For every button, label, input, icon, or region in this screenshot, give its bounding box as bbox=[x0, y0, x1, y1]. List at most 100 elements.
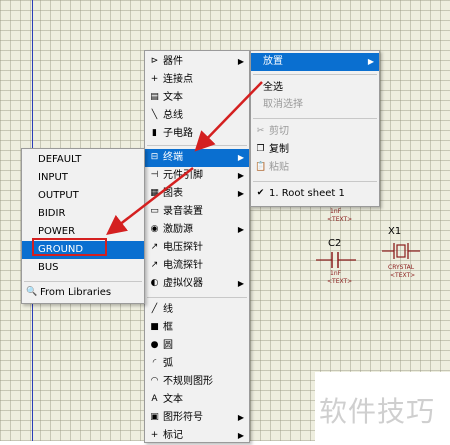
place-menu-item-label: 器件 bbox=[163, 56, 183, 67]
menu-separator bbox=[147, 297, 247, 298]
submenu-arrow-icon: ▶ bbox=[237, 279, 244, 288]
menu-separator bbox=[147, 145, 247, 146]
place-menu-item-label: 激励源 bbox=[163, 224, 193, 235]
terminals-submenu: DEFAULT INPUT OUTPUT BIDIR POWER GROUND BUS 🔍 Fr… bbox=[21, 148, 145, 304]
bus-icon: ╲ bbox=[151, 110, 158, 120]
place-menu-item-2[interactable]: ▤ 文本 bbox=[145, 89, 249, 107]
checkmark-icon: ✔ bbox=[256, 188, 265, 198]
graph-icon: ▦ bbox=[150, 188, 159, 198]
terminal-icon: ⊟ bbox=[150, 152, 159, 162]
terminal-item-label: BUS bbox=[38, 262, 59, 273]
place-menu-item-3[interactable]: ╲ 总线 bbox=[145, 107, 249, 125]
place-menu-item-8[interactable]: ▭ 录音装置 bbox=[145, 203, 249, 221]
place-menu-item-label: 弧 bbox=[163, 358, 173, 369]
place-menu-item-label: 线 bbox=[163, 304, 173, 315]
place-menu-item-label: 电压探针 bbox=[163, 242, 203, 253]
place-menu-item-label: 终端 bbox=[163, 152, 183, 163]
place-menu-item-19[interactable]: ▣ 图形符号 ▶ bbox=[145, 409, 249, 427]
menu-separator bbox=[253, 118, 377, 119]
place-menu-item-6[interactable]: ⊣ 元件引脚 ▶ bbox=[145, 167, 249, 185]
place-menu-item-label: 文本 bbox=[163, 92, 183, 103]
device-pin-icon: ⊣ bbox=[150, 170, 159, 180]
context-menu: 放置 ▶ 全选 取消选择 ✂ 剪切 ❐ 复制 📋 粘贴 ✔ 1. Root sh… bbox=[250, 50, 380, 207]
c2-value: 1nF bbox=[330, 270, 342, 277]
menu-item-paste[interactable]: 📋 粘贴 bbox=[251, 159, 379, 177]
place-menu-item-label: 子电路 bbox=[163, 128, 193, 139]
terminal-item-bidir[interactable]: BIDIR bbox=[22, 205, 144, 223]
terminal-item-label: OUTPUT bbox=[38, 190, 79, 201]
place-menu-item-17[interactable]: ◠ 不规则图形 bbox=[145, 373, 249, 391]
x1-reference: X1 bbox=[388, 226, 402, 237]
marker-icon: + bbox=[150, 430, 159, 440]
menu-item-cut[interactable]: ✂ 剪切 bbox=[251, 123, 379, 141]
place-menu-item-0[interactable]: ⊳ 器件 ▶ bbox=[145, 53, 249, 71]
scissors-icon: ✂ bbox=[256, 126, 265, 136]
menu-item-root-sheet[interactable]: ✔ 1. Root sheet 1 bbox=[251, 185, 379, 203]
path-icon: ◠ bbox=[150, 376, 159, 386]
paste-label: 粘贴 bbox=[269, 162, 289, 173]
menu-item-place-label: 放置 bbox=[263, 56, 283, 67]
terminal-item-bus[interactable]: BUS bbox=[22, 259, 144, 277]
place-menu-item-label: 不规则图形 bbox=[163, 376, 213, 387]
circle-icon: ● bbox=[150, 340, 159, 350]
cut-label: 剪切 bbox=[269, 126, 289, 137]
terminal-item-default[interactable]: DEFAULT bbox=[22, 151, 144, 169]
x1-value: CRYSTAL bbox=[388, 264, 415, 271]
copy-icon: ❐ bbox=[256, 144, 265, 154]
watermark-background: 软件技巧 bbox=[315, 372, 450, 441]
terminal-item-output[interactable]: OUTPUT bbox=[22, 187, 144, 205]
place-menu-item-4[interactable]: ▮ 子电路 bbox=[145, 125, 249, 143]
submenu-arrow-icon: ▶ bbox=[367, 57, 374, 66]
box-icon: ■ bbox=[150, 322, 159, 332]
menu-separator bbox=[253, 74, 377, 75]
place-menu-item-12[interactable]: ◐ 虚拟仪器 ▶ bbox=[145, 275, 249, 293]
from-libraries-label: From Libraries bbox=[40, 287, 112, 298]
from-libraries-item[interactable]: 🔍 From Libraries bbox=[22, 284, 144, 302]
terminal-item-label: BIDIR bbox=[38, 208, 66, 219]
x1-crystal-symbol[interactable] bbox=[382, 240, 422, 262]
place-menu-item-label: 圆 bbox=[163, 340, 173, 351]
generator-icon: ◉ bbox=[150, 224, 159, 234]
component-icon: ⊳ bbox=[150, 56, 159, 66]
submenu-arrow-icon: ▶ bbox=[237, 189, 244, 198]
menu-item-deselect[interactable]: 取消选择 bbox=[251, 96, 379, 114]
place-menu-item-20[interactable]: + 标记 ▶ bbox=[145, 427, 249, 445]
place-menu-item-9[interactable]: ◉ 激励源 ▶ bbox=[145, 221, 249, 239]
place-menu-item-label: 框 bbox=[163, 322, 173, 333]
menu-item-place[interactable]: 放置 ▶ bbox=[251, 53, 379, 71]
text-a-icon: A bbox=[151, 394, 158, 404]
menu-separator bbox=[253, 181, 377, 182]
terminal-item-input[interactable]: INPUT bbox=[22, 169, 144, 187]
place-menu-item-label: 图表 bbox=[163, 188, 183, 199]
place-menu-item-label: 标记 bbox=[163, 430, 183, 441]
submenu-arrow-icon: ▶ bbox=[237, 225, 244, 234]
capacitor-top-text: <TEXT> bbox=[327, 216, 353, 223]
place-menu-item-14[interactable]: ■ 框 bbox=[145, 319, 249, 337]
place-menu-item-11[interactable]: ↗ 电流探针 bbox=[145, 257, 249, 275]
place-menu-item-label: 虚拟仪器 bbox=[163, 278, 203, 289]
place-menu-item-7[interactable]: ▦ 图表 ▶ bbox=[145, 185, 249, 203]
watermark-text: 软件技巧 bbox=[319, 395, 436, 428]
place-menu-item-label: 连接点 bbox=[163, 74, 193, 85]
menu-item-copy[interactable]: ❐ 复制 bbox=[251, 141, 379, 159]
submenu-arrow-icon: ▶ bbox=[237, 431, 244, 440]
line-icon: ╱ bbox=[151, 304, 158, 314]
place-menu-item-13[interactable]: ╱ 线 bbox=[145, 301, 249, 319]
root-sheet-label: 1. Root sheet 1 bbox=[269, 188, 345, 199]
virtual-instrument-icon: ◐ bbox=[150, 278, 159, 288]
submenu-arrow-icon: ▶ bbox=[237, 153, 244, 162]
place-menu-item-15[interactable]: ● 圆 bbox=[145, 337, 249, 355]
menu-item-select-all[interactable]: 全选 bbox=[251, 79, 379, 97]
place-menu-item-5[interactable]: ⊟ 终端 ▶ bbox=[145, 149, 249, 167]
c2-reference: C2 bbox=[328, 238, 342, 249]
place-menu-item-label: 录音装置 bbox=[163, 206, 203, 217]
c2-capacitor-symbol[interactable] bbox=[316, 250, 356, 270]
menu-separator bbox=[24, 281, 142, 282]
place-menu-item-10[interactable]: ↗ 电压探针 bbox=[145, 239, 249, 257]
place-menu-item-label: 图形符号 bbox=[163, 412, 203, 423]
place-menu-item-label: 电流探针 bbox=[163, 260, 203, 271]
place-menu-item-18[interactable]: A 文本 bbox=[145, 391, 249, 409]
terminal-item-label: INPUT bbox=[38, 172, 68, 183]
place-menu-item-16[interactable]: ◜ 弧 bbox=[145, 355, 249, 373]
place-menu-item-1[interactable]: + 连接点 bbox=[145, 71, 249, 89]
